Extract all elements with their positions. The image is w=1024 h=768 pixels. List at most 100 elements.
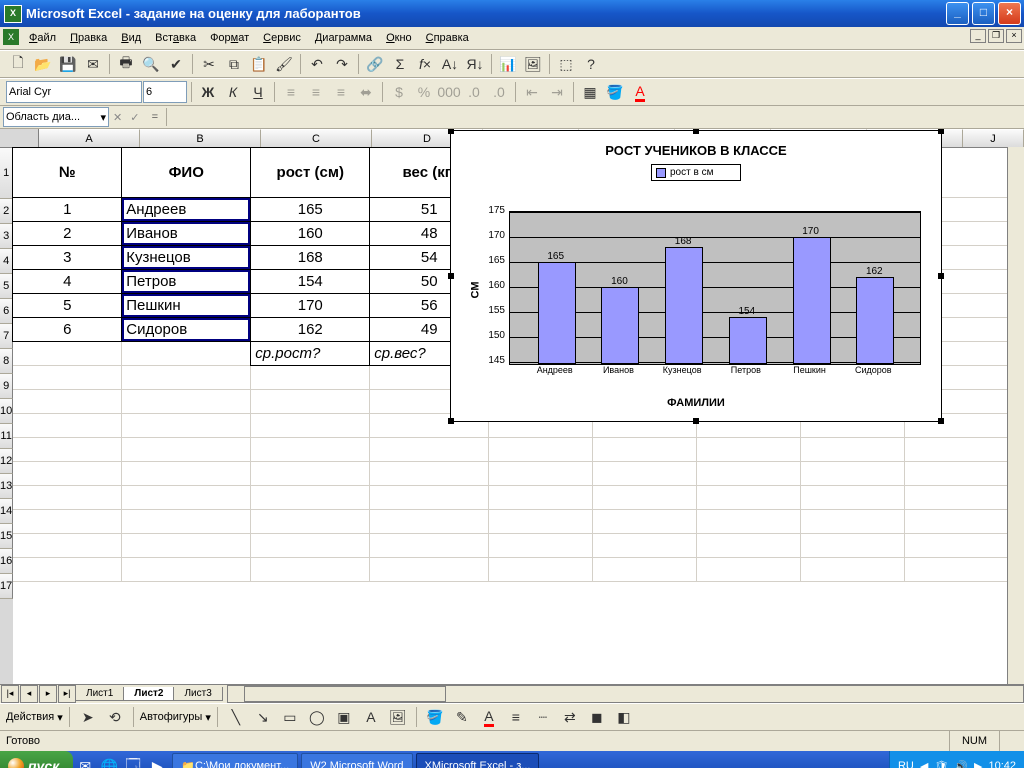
save-button[interactable]: 💾 <box>56 52 80 76</box>
cell[interactable]: Андреев <box>121 197 251 222</box>
tray-icon[interactable]: 🔊 <box>954 760 968 768</box>
row-header[interactable]: 12 <box>0 449 13 474</box>
taskbar-item-explorer[interactable]: 📁 С:\Мои документ... <box>172 753 298 768</box>
bold-button[interactable]: Ж <box>196 80 220 104</box>
worksheet-grid[interactable]: ABCDEFGHIJ 1234567891011121314151617 №ФИ… <box>0 129 1024 684</box>
wordart-button[interactable]: A <box>359 705 383 729</box>
redo-button[interactable]: ↷ <box>330 52 354 76</box>
cell[interactable] <box>593 558 697 582</box>
cell[interactable] <box>801 510 905 534</box>
cancel-formula-button[interactable]: ✕ <box>109 111 126 124</box>
row-header[interactable]: 9 <box>0 374 13 399</box>
cell[interactable] <box>122 342 251 366</box>
cell[interactable] <box>122 366 251 390</box>
row-header[interactable]: 2 <box>0 199 13 224</box>
cell[interactable]: 154 <box>250 269 370 294</box>
cell[interactable] <box>801 534 905 558</box>
cell[interactable]: № <box>12 147 122 198</box>
italic-button[interactable]: К <box>221 80 245 104</box>
borders-button[interactable]: ▦ <box>578 80 602 104</box>
cell[interactable] <box>122 462 251 486</box>
select-all-corner[interactable] <box>0 129 39 147</box>
column-header[interactable]: B <box>140 129 261 147</box>
minimize-button[interactable]: _ <box>946 2 969 25</box>
copy-button[interactable]: ⧉ <box>222 52 246 76</box>
undo-button[interactable]: ↶ <box>305 52 329 76</box>
format-painter-button[interactable]: 🖌 <box>272 52 296 76</box>
quicklaunch-icon[interactable]: ✉ <box>73 754 97 768</box>
cell[interactable] <box>370 462 489 486</box>
tray-icon[interactable]: ▶ <box>974 760 982 768</box>
mdi-minimize-button[interactable]: _ <box>970 29 986 43</box>
column-header[interactable]: C <box>261 129 372 147</box>
cell[interactable] <box>697 510 801 534</box>
row-header[interactable]: 16 <box>0 549 13 574</box>
quicklaunch-icon[interactable]: 🌐 <box>97 754 121 768</box>
row-header[interactable]: 4 <box>0 249 13 274</box>
cell[interactable]: 162 <box>250 317 370 342</box>
chart-object[interactable]: РОСТ УЧЕНИКОВ В КЛАССЕ рост в см СМ 1651… <box>450 130 942 422</box>
arrow-button[interactable]: ↘ <box>251 705 275 729</box>
cell[interactable]: ср.рост? <box>250 341 370 366</box>
tab-nav-next[interactable]: ▸ <box>39 685 57 703</box>
sheet-tab-2[interactable]: Лист2 <box>123 687 174 701</box>
row-header[interactable]: 7 <box>0 324 13 349</box>
cell[interactable] <box>13 390 122 414</box>
cell[interactable] <box>905 534 1009 558</box>
row-header[interactable]: 15 <box>0 524 13 549</box>
cell[interactable]: Петров <box>121 269 251 294</box>
menu-file[interactable]: Файл <box>22 30 63 46</box>
cell[interactable] <box>370 438 489 462</box>
fx-button[interactable]: = <box>143 111 165 123</box>
cell[interactable] <box>593 534 697 558</box>
cell[interactable]: 170 <box>250 293 370 318</box>
cell[interactable] <box>122 414 251 438</box>
print-button[interactable]: 🖶 <box>114 52 138 76</box>
system-tray[interactable]: RU ◀ 🛡 🔊 ▶ 10:42 <box>889 751 1024 768</box>
mdi-close-button[interactable]: × <box>1006 29 1022 43</box>
clipart-button[interactable]: 🖼 <box>386 705 410 729</box>
cell[interactable] <box>593 462 697 486</box>
cell[interactable] <box>489 486 593 510</box>
cell[interactable] <box>489 438 593 462</box>
chart-y-axis-label[interactable]: СМ <box>469 282 481 299</box>
cell[interactable] <box>370 486 489 510</box>
cell[interactable] <box>13 366 122 390</box>
tray-icon[interactable]: ◀ <box>920 760 928 768</box>
row-header[interactable]: 14 <box>0 499 13 524</box>
cell[interactable] <box>370 510 489 534</box>
cell[interactable] <box>905 462 1009 486</box>
autoshapes-menu[interactable]: Автофигуры <box>140 711 203 723</box>
font-select[interactable] <box>6 81 142 103</box>
autosum-button[interactable]: Σ <box>388 52 412 76</box>
chart-bar[interactable] <box>856 277 894 364</box>
tab-nav-first[interactable]: |◂ <box>1 685 19 703</box>
cell[interactable] <box>13 342 122 366</box>
cut-button[interactable]: ✂ <box>197 52 221 76</box>
menu-diagram[interactable]: Диаграмма <box>308 30 379 46</box>
cell[interactable] <box>489 510 593 534</box>
mdi-restore-button[interactable]: ❐ <box>988 29 1004 43</box>
sort-desc-button[interactable]: Я↓ <box>463 52 487 76</box>
cell[interactable] <box>370 534 489 558</box>
preview-button[interactable]: 🔍 <box>139 52 163 76</box>
paste-button[interactable]: 📋 <box>247 52 271 76</box>
cell[interactable] <box>801 558 905 582</box>
chart-bar[interactable] <box>793 237 831 364</box>
chart-legend[interactable]: рост в см <box>651 164 741 181</box>
email-button[interactable]: ✉ <box>81 52 105 76</box>
chart-x-axis-label[interactable]: ФАМИЛИИ <box>459 397 933 409</box>
cell[interactable] <box>13 534 122 558</box>
fill-color-button[interactable]: 🪣 <box>603 80 627 104</box>
row-header[interactable]: 5 <box>0 274 13 299</box>
row-header[interactable]: 13 <box>0 474 13 499</box>
shadow-button[interactable]: ◼ <box>585 705 609 729</box>
rotate-button[interactable]: ⟲ <box>103 705 127 729</box>
row-header[interactable]: 8 <box>0 349 13 374</box>
taskbar-item-word[interactable]: W 2 Microsoft Word <box>301 753 412 768</box>
row-header[interactable]: 17 <box>0 574 13 599</box>
line-color-button[interactable]: ✎ <box>450 705 474 729</box>
fill-color-draw-button[interactable]: 🪣 <box>423 705 447 729</box>
cell[interactable] <box>489 558 593 582</box>
cell[interactable] <box>489 534 593 558</box>
